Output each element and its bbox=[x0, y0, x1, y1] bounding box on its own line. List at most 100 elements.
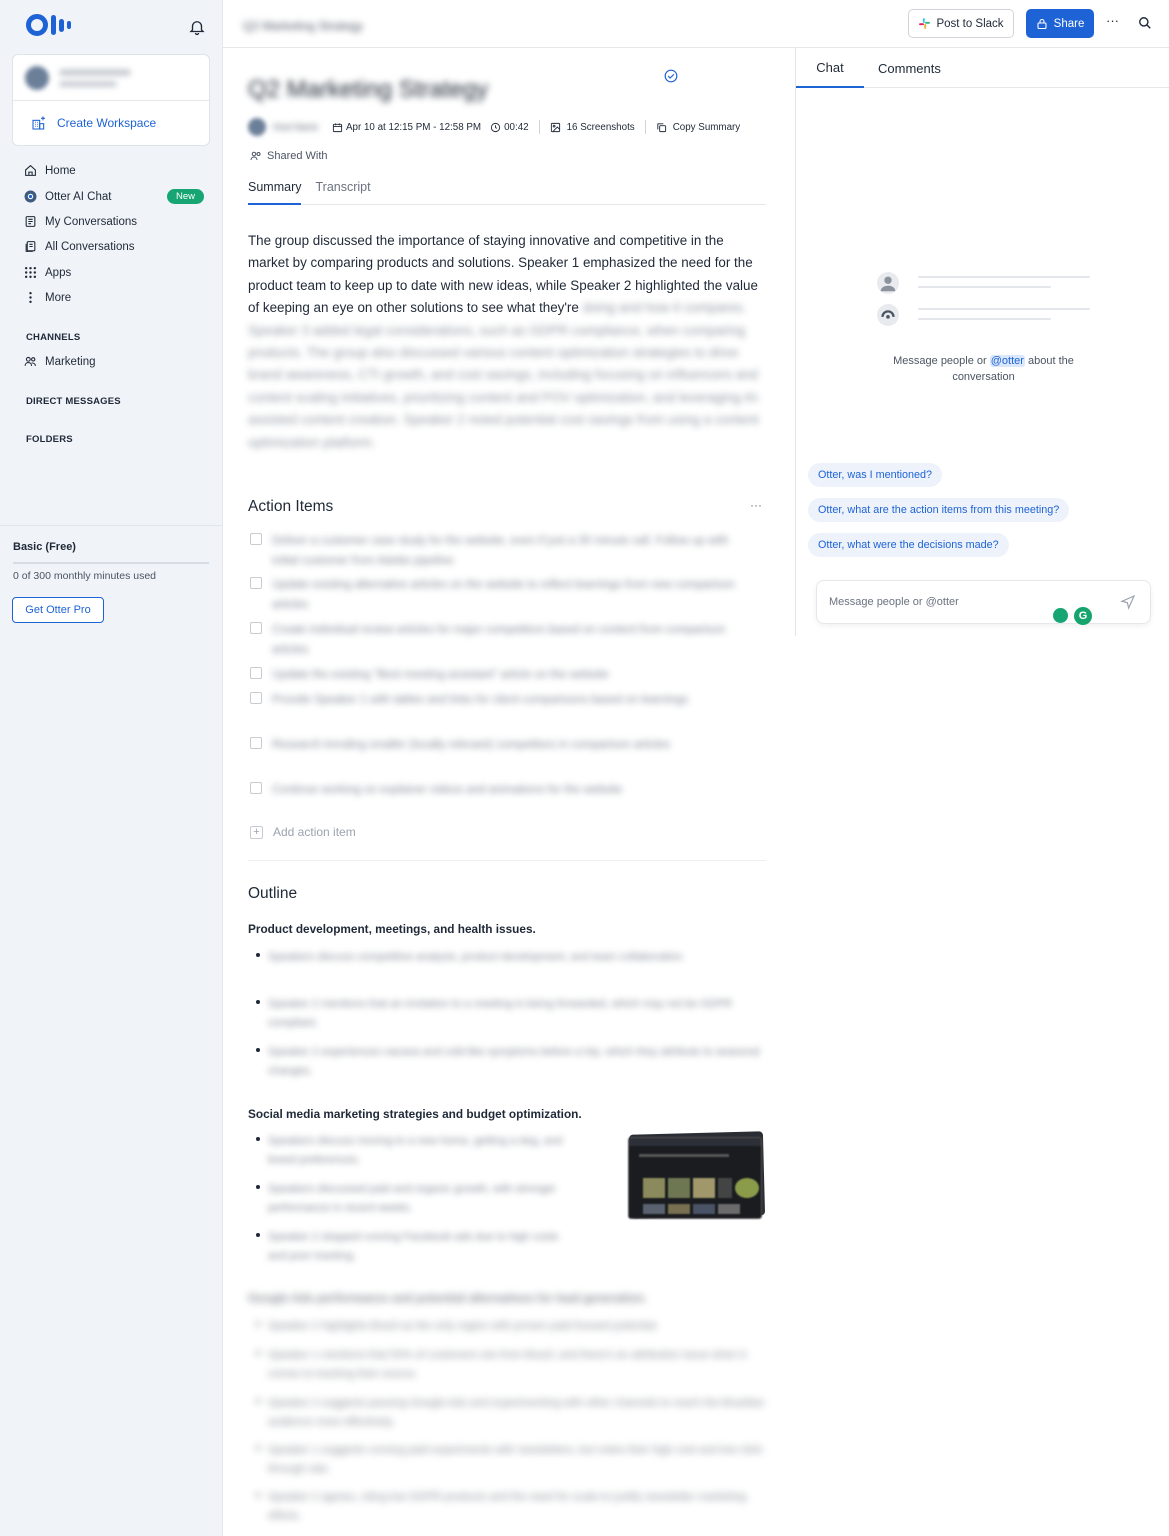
breadcrumb-title: Q2 Marketing Strategy bbox=[243, 19, 364, 33]
more-options-icon[interactable]: ··· bbox=[1106, 13, 1119, 28]
shared-with-label: Shared With bbox=[267, 150, 328, 162]
folders-heading[interactable]: FOLDERS bbox=[26, 434, 73, 445]
outline-bullet-text: Speaker 2 agrees, citing low GDPR produc… bbox=[268, 1491, 747, 1522]
outline-section-heading[interactable]: Social media marketing strategies and bu… bbox=[248, 1107, 582, 1121]
plus-icon: + bbox=[250, 825, 263, 839]
action-item-text[interactable]: Create individual review articles for ma… bbox=[272, 620, 750, 660]
action-item-checkbox[interactable] bbox=[250, 533, 262, 545]
outline-bullet[interactable]: Speaker 1 suggests running paid experime… bbox=[256, 1441, 766, 1479]
conversation-title[interactable]: Q2 Marketing Strategy bbox=[248, 76, 488, 104]
outline-bullet[interactable]: Speaker 1 mentions that 50% of customers… bbox=[256, 1346, 766, 1384]
tab-chat[interactable]: Chat bbox=[796, 48, 864, 88]
owner[interactable]: Host Name bbox=[248, 118, 318, 136]
tab-comments[interactable]: Comments bbox=[878, 48, 941, 88]
action-item-text[interactable]: Deliver a customer case study for the we… bbox=[272, 531, 750, 571]
image-icon bbox=[550, 122, 560, 132]
divider bbox=[248, 860, 766, 861]
grammarly-icon[interactable]: G bbox=[1074, 607, 1092, 625]
outline-bullet[interactable]: Speaker 2 highlights Brazil as the only … bbox=[256, 1317, 766, 1336]
action-items-more-icon[interactable]: ··· bbox=[750, 498, 762, 512]
outline-bullet[interactable]: Speaker 2 mentions that an invitation to… bbox=[256, 995, 766, 1033]
screenshot-thumbnail bbox=[628, 1137, 762, 1219]
action-item-checkbox[interactable] bbox=[250, 692, 262, 704]
chat-empty-message: Message people or @otter about the conve… bbox=[876, 353, 1091, 385]
bullet-dot bbox=[256, 1000, 260, 1004]
tab-summary[interactable]: Summary bbox=[248, 180, 302, 205]
action-item-checkbox[interactable] bbox=[250, 782, 262, 794]
nav-all-conversations-label: All Conversations bbox=[45, 240, 135, 253]
outline-bullet[interactable]: Speaker 2 stopped running Facebook ads d… bbox=[256, 1228, 566, 1266]
owner-avatar bbox=[248, 118, 266, 136]
nav-apps[interactable]: Apps bbox=[24, 266, 204, 279]
thumbnail-tile bbox=[718, 1178, 732, 1198]
extension-icon[interactable] bbox=[1053, 608, 1068, 623]
logo-ring bbox=[26, 14, 48, 36]
placeholder-line bbox=[918, 308, 1090, 310]
outline-bullet[interactable]: Speakers discussed paid and organic grow… bbox=[256, 1180, 566, 1218]
workspace-avatar bbox=[25, 65, 49, 90]
action-item-checkbox[interactable] bbox=[250, 622, 262, 634]
send-icon[interactable] bbox=[1120, 594, 1136, 610]
tab-transcript[interactable]: Transcript bbox=[315, 180, 370, 205]
action-item: Research trending smaller (locally relev… bbox=[250, 735, 750, 755]
create-workspace-button[interactable]: Create Workspace bbox=[13, 101, 209, 131]
outline-bullet[interactable]: Speaker 2 agrees, citing low GDPR produc… bbox=[256, 1488, 766, 1526]
outline-bullet[interactable]: Speakers discuss competitive analysis, p… bbox=[256, 948, 766, 967]
nav-my-conversations[interactable]: My Conversations bbox=[24, 215, 204, 228]
copy-summary-label: Copy Summary bbox=[672, 121, 741, 133]
thumbnail-tile bbox=[668, 1178, 690, 1198]
action-item-checkbox[interactable] bbox=[250, 667, 262, 679]
copy-summary-button[interactable]: Copy Summary bbox=[656, 121, 741, 133]
meta-divider bbox=[644, 120, 646, 134]
nav-more[interactable]: More bbox=[24, 291, 204, 304]
thumbnail-tile bbox=[735, 1178, 759, 1198]
suggestion-chip[interactable]: Otter, was I mentioned? bbox=[808, 463, 943, 487]
action-item: Continue working on explainer videos and… bbox=[250, 780, 750, 800]
action-item-checkbox[interactable] bbox=[250, 577, 262, 589]
nav-otter-ai-chat-label: Otter AI Chat bbox=[45, 190, 112, 203]
more-vertical-icon bbox=[29, 291, 32, 304]
nav-home[interactable]: Home bbox=[24, 164, 204, 177]
placeholder-line bbox=[918, 286, 1051, 288]
home-icon bbox=[25, 164, 36, 176]
action-item-text[interactable]: Update existing alternative articles on … bbox=[272, 575, 750, 615]
workspace-switcher[interactable] bbox=[13, 55, 209, 101]
divider bbox=[0, 525, 223, 526]
person-avatar-icon bbox=[877, 272, 899, 294]
get-otter-pro-button[interactable]: Get Otter Pro bbox=[12, 597, 104, 623]
screenshots-button[interactable]: 16 Screenshots bbox=[550, 122, 635, 133]
outline-bullet[interactable]: Speaker 2 experiences nausea and cold-li… bbox=[256, 1043, 766, 1081]
action-item-text[interactable]: Update the existing "Best meeting assist… bbox=[272, 665, 609, 685]
action-item-text[interactable]: Provide Speaker 1 with tables and links … bbox=[272, 690, 688, 710]
direct-messages-heading[interactable]: DIRECT MESSAGES bbox=[26, 396, 121, 407]
post-to-slack-button[interactable]: Post to Slack bbox=[908, 9, 1014, 38]
clock-icon bbox=[490, 122, 501, 132]
channel-marketing[interactable]: Marketing bbox=[24, 355, 204, 368]
bell-icon[interactable] bbox=[188, 18, 206, 36]
share-label: Share bbox=[1053, 17, 1085, 30]
outline-section-heading[interactable]: Product development, meetings, and healt… bbox=[248, 922, 536, 936]
outline-bullet[interactable]: Speakers discuss moving to a new home, g… bbox=[256, 1132, 566, 1170]
otter-logo[interactable] bbox=[26, 14, 71, 36]
action-item-checkbox[interactable] bbox=[250, 737, 262, 749]
outline-section-heading[interactable]: Google Ads performance and potential alt… bbox=[248, 1291, 647, 1305]
add-action-item-button[interactable]: + Add action item bbox=[250, 825, 356, 839]
action-items-heading: Action Items bbox=[248, 498, 334, 515]
share-button[interactable]: Share bbox=[1026, 9, 1094, 38]
breadcrumb[interactable]: Q2 Marketing Strategy bbox=[243, 17, 363, 35]
nav-all-conversations[interactable]: All Conversations bbox=[24, 240, 204, 253]
date-time: Apr 10 at 12:15 PM - 12:58 PM bbox=[332, 122, 481, 133]
outline-bullet-text: Speaker 1 mentions that 50% of customers… bbox=[268, 1349, 747, 1380]
outline-bullet[interactable]: Speaker 2 suggests pausing Google Ads an… bbox=[256, 1394, 766, 1432]
screenshot-thumbnail-stack[interactable] bbox=[628, 1131, 766, 1219]
action-item-text[interactable]: Continue working on explainer videos and… bbox=[272, 780, 622, 800]
search-icon[interactable] bbox=[1138, 16, 1152, 30]
chat-message-input[interactable]: Message people or @otter G bbox=[816, 580, 1151, 625]
suggestion-chip[interactable]: Otter, what were the decisions made? bbox=[808, 533, 1009, 557]
shared-with-button[interactable]: Shared With bbox=[250, 150, 328, 162]
suggestion-chip[interactable]: Otter, what are the action items from th… bbox=[808, 498, 1070, 522]
action-item-text[interactable]: Research trending smaller (locally relev… bbox=[272, 735, 670, 755]
nav-apps-label: Apps bbox=[45, 266, 72, 279]
outline-bullet-text: Speaker 2 experiences nausea and cold-li… bbox=[268, 1046, 760, 1077]
nav-otter-ai-chat[interactable]: Otter AI Chat New bbox=[24, 189, 204, 204]
